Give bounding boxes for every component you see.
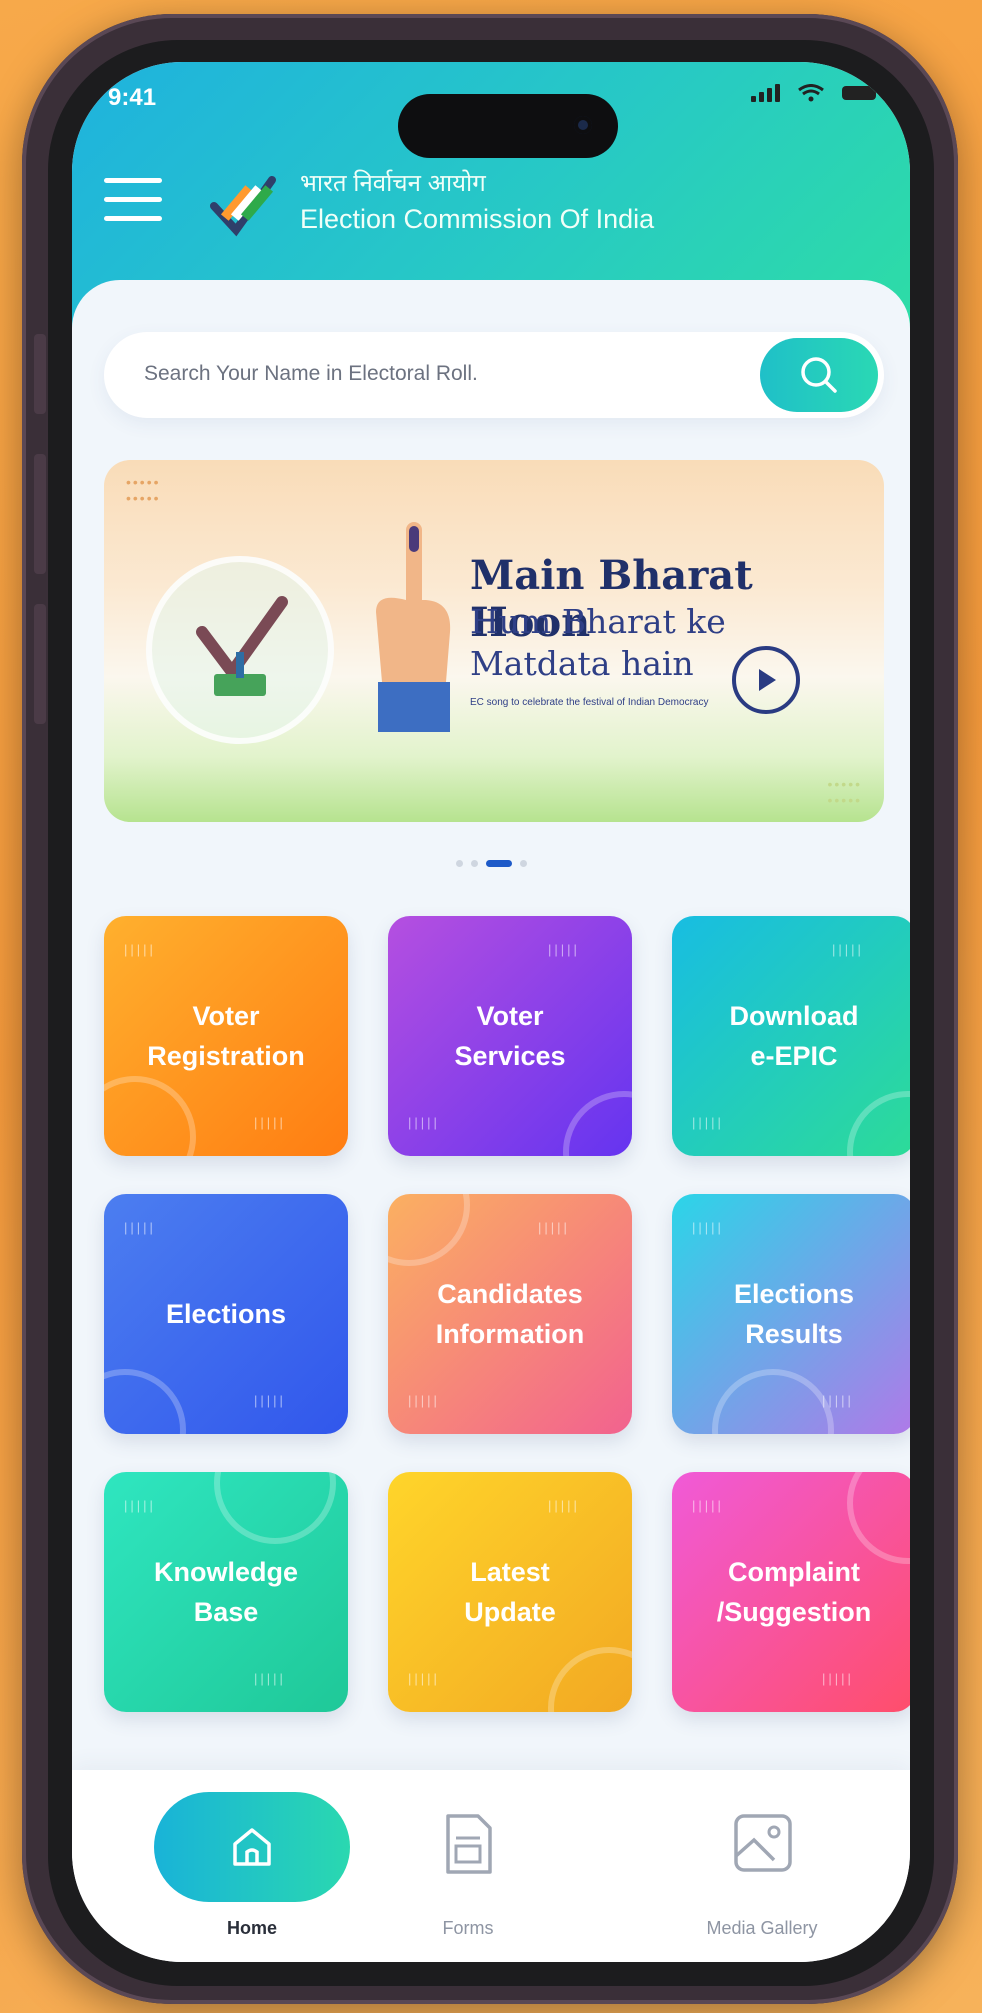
inked-finger-icon [376, 522, 451, 732]
tile-decor-ring [104, 1369, 186, 1434]
tile-label: Elections [165, 1299, 287, 1329]
banner-caption: EC song to celebrate the festival of Ind… [470, 697, 709, 708]
nav-home-button[interactable] [154, 1792, 350, 1902]
search-icon [801, 357, 837, 393]
main-content: Search Your Name in Electoral Roll. ••••… [72, 280, 910, 1740]
tile-label: Knowledge Base [153, 1557, 298, 1627]
service-tile[interactable]: ||||| ||||| Voter Registration [104, 916, 348, 1156]
tile-decor-dashes: ||||| [408, 1671, 440, 1686]
brand-hindi: भारत निर्वाचन आयोग [300, 170, 486, 197]
wifi-icon [798, 84, 824, 102]
tile-decor-dashes: ||||| [692, 1115, 724, 1130]
emblem-graphic [196, 596, 288, 696]
play-button[interactable] [732, 646, 800, 714]
battery-icon [842, 86, 876, 100]
service-tile[interactable]: ||||| ||||| Voter Services [388, 916, 632, 1156]
app-screen: 9:41 भारत निर्वाचन आयोग Election Commiss… [72, 62, 910, 1962]
search-bar[interactable]: Search Your Name in Electoral Roll. [104, 332, 884, 418]
bottom-navigation: Home Forms Media Gallery [72, 1770, 910, 1962]
tile-decor-dashes: ||||| [254, 1393, 286, 1408]
carousel-dot[interactable] [519, 860, 527, 867]
nav-forms-label[interactable]: Forms [368, 1918, 568, 1939]
home-icon [233, 1828, 271, 1866]
tile-label: Voter Services [454, 1001, 566, 1071]
brand-english: Election Commission Of India [300, 204, 655, 234]
image-icon [734, 1814, 792, 1872]
service-tile[interactable]: ||||| ||||| Elections Results [672, 1194, 910, 1434]
decor-dots: ••••• ••••• [827, 776, 862, 808]
nav-media-label[interactable]: Media Gallery [662, 1918, 862, 1939]
tile-label: Latest Update [464, 1557, 556, 1627]
side-button [34, 334, 46, 414]
emblem-logo [146, 556, 334, 744]
tile-decor-dashes: ||||| [124, 1220, 156, 1235]
tile-decor-ring [388, 1194, 470, 1266]
dynamic-island [398, 94, 618, 158]
tile-decor-ring [712, 1369, 834, 1434]
tile-decor-ring [548, 1647, 632, 1712]
tile-label: Download e-EPIC [729, 1001, 859, 1071]
nav-home-label[interactable]: Home [152, 1918, 352, 1939]
nav-media-button[interactable] [732, 1812, 794, 1874]
tile-decor-dashes: ||||| [408, 1393, 440, 1408]
service-tile[interactable]: ||||| ||||| Latest Update [388, 1472, 632, 1712]
tile-decor-ring [104, 1076, 196, 1156]
promo-banner[interactable]: ••••• ••••• ••••• ••••• Main Bharat Hoon H… [104, 460, 884, 822]
decor-dots: ••••• ••••• [126, 474, 161, 506]
signal-icon [751, 84, 780, 102]
tile-decor-dashes: ||||| [822, 1671, 854, 1686]
service-tile[interactable]: ||||| ||||| Elections [104, 1194, 348, 1434]
tile-decor-dashes: ||||| [548, 1498, 580, 1513]
banner-subtitle: Hum Bharat ke [470, 602, 726, 641]
camera-icon [574, 116, 592, 134]
tile-decor-ring [563, 1091, 632, 1156]
banner-subtitle: Matdata hain [470, 644, 694, 683]
tile-decor-dashes: ||||| [538, 1220, 570, 1235]
document-icon [446, 1814, 492, 1874]
tile-label: Voter Registration [147, 1001, 305, 1071]
tile-decor-dashes: ||||| [408, 1115, 440, 1130]
hamburger-menu-icon[interactable] [104, 178, 162, 235]
play-icon [759, 669, 776, 691]
tile-label: Complaint /Suggestion [716, 1557, 872, 1627]
tile-label: Candidates Information [435, 1279, 585, 1349]
tile-decor-dashes: ||||| [254, 1115, 286, 1130]
service-tile[interactable]: ||||| ||||| Download e-EPIC [672, 916, 910, 1156]
tile-decor-dashes: ||||| [124, 942, 156, 957]
tile-decor-ring [214, 1472, 336, 1544]
carousel-dot[interactable] [455, 860, 463, 867]
service-tile[interactable]: ||||| ||||| Complaint /Suggestion [672, 1472, 910, 1712]
tile-label: Elections Results [733, 1279, 855, 1349]
eci-logo [210, 176, 276, 237]
carousel-dot[interactable] [470, 860, 478, 867]
side-button [34, 454, 46, 574]
tile-decor-dashes: ||||| [548, 942, 580, 957]
tile-decor-dashes: ||||| [822, 1393, 854, 1408]
tile-decor-dashes: ||||| [124, 1498, 156, 1513]
search-input[interactable]: Search Your Name in Electoral Roll. [144, 362, 478, 386]
tile-decor-dashes: ||||| [254, 1671, 286, 1686]
carousel-indicator [72, 860, 910, 867]
status-icons [751, 84, 876, 102]
side-button [34, 604, 46, 724]
tile-decor-dashes: ||||| [692, 1498, 724, 1513]
tile-decor-ring [847, 1472, 910, 1564]
search-button[interactable] [760, 338, 878, 412]
service-tile[interactable]: ||||| ||||| Knowledge Base [104, 1472, 348, 1712]
service-tile[interactable]: ||||| ||||| Candidates Information [388, 1194, 632, 1434]
nav-forms-button[interactable] [440, 1812, 496, 1876]
status-time: 9:41 [108, 84, 157, 111]
tile-decor-dashes: ||||| [692, 1220, 724, 1235]
carousel-dot-active[interactable] [485, 860, 512, 867]
tile-decor-dashes: ||||| [832, 942, 864, 957]
tile-decor-ring [847, 1091, 910, 1156]
